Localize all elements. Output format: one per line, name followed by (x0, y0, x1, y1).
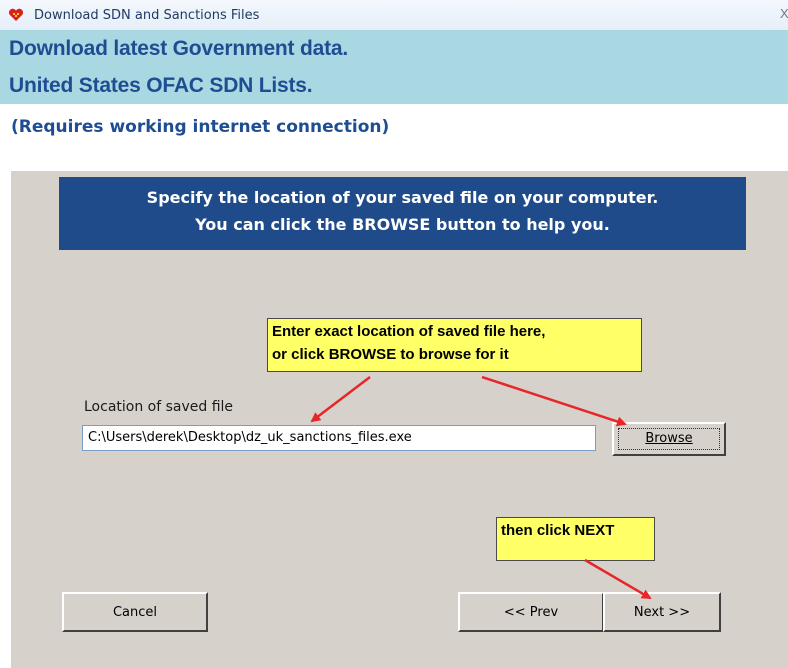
location-label: Location of saved file (84, 399, 234, 415)
instruction-line-2: You can click the BROWSE button to help … (195, 215, 610, 234)
next-callout-text: then click NEXT (501, 522, 615, 539)
location-callout-line-2: or click BROWSE to browse for it (272, 346, 509, 363)
header-title: Download latest Government data. (9, 37, 348, 60)
location-input[interactable]: C:\Users\derek\Desktop\dz_uk_sanctions_f… (82, 425, 596, 451)
connection-note: (Requires working internet connection) (11, 117, 390, 137)
prev-button-label: << Prev (503, 605, 559, 620)
instruction-line-1: Specify the location of your saved file … (146, 188, 659, 207)
heart-app-icon (8, 8, 24, 21)
browse-button[interactable]: Browse (612, 422, 726, 456)
header-banner: Download latest Government data. United … (0, 30, 788, 104)
header-subtitle: United States OFAC SDN Lists. (9, 74, 313, 97)
cancel-button[interactable]: Cancel (62, 592, 208, 632)
location-callout-line-1: Enter exact location of saved file here, (272, 323, 546, 340)
close-icon[interactable]: X (780, 6, 788, 21)
location-callout: Enter exact location of saved file here,… (267, 318, 642, 372)
focus-rect (618, 428, 720, 450)
next-callout: then click NEXT (496, 517, 655, 561)
window-title: Download SDN and Sanctions Files (34, 8, 260, 23)
next-button-label: Next >> (633, 605, 691, 620)
instruction-banner: Specify the location of your saved file … (59, 177, 746, 250)
prev-button[interactable]: << Prev (458, 592, 604, 632)
title-bar: Download SDN and Sanctions Files X (0, 0, 788, 30)
cancel-button-label: Cancel (112, 605, 158, 620)
next-button[interactable]: Next >> (603, 592, 721, 632)
